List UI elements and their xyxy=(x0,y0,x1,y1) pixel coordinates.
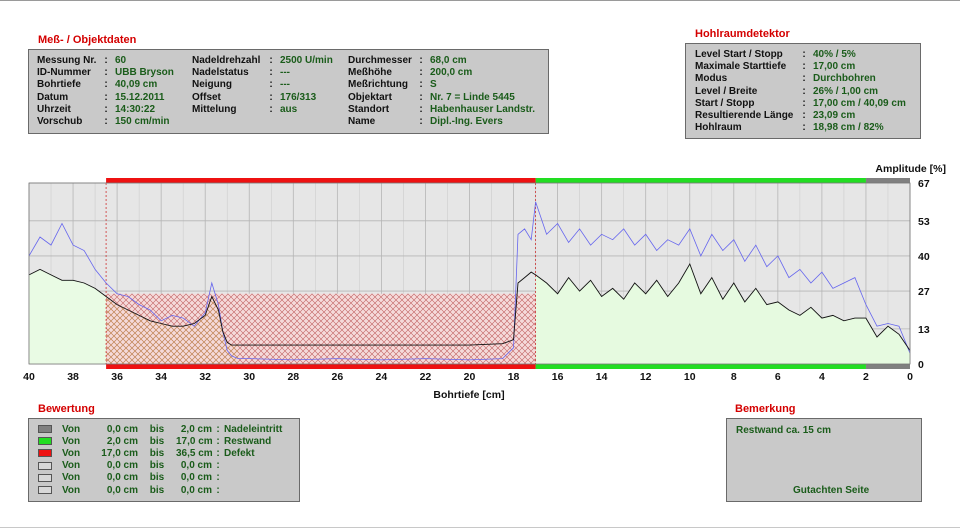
bewertung-von: Von xyxy=(62,423,81,435)
bewertung-row: Von 0,0 cm bis 0,0 cm: xyxy=(38,472,282,484)
bewertung-row: Von 17,0 cm bis 36,5 cm: Defekt xyxy=(38,447,282,459)
x-tick-label: 26 xyxy=(332,371,344,383)
x-tick-label: 16 xyxy=(552,371,564,383)
bewertung-from: 17,0 cm xyxy=(101,447,138,459)
bottom-frame-line xyxy=(0,527,960,528)
bewertung-von: Von xyxy=(62,484,81,496)
bewertung-label: Restwand xyxy=(224,435,272,447)
bewertung-colon: : xyxy=(216,484,220,496)
zone-bar-bottom xyxy=(865,364,910,369)
bewertung-rows: Von 0,0 cm bis 2,0 cm: Nadeleintritt Von 2,0 c… xyxy=(38,423,282,496)
bewertung-to: 0,0 cm xyxy=(180,460,212,472)
bewertung-to: 17,0 cm xyxy=(176,435,213,447)
x-tick-label: 30 xyxy=(243,371,255,383)
x-tick-label: 6 xyxy=(775,371,781,383)
x-tick-label: 40 xyxy=(23,371,35,383)
color-swatch xyxy=(38,449,52,458)
color-swatch xyxy=(38,425,52,434)
bewertung-from: 0,0 cm xyxy=(106,484,138,496)
y-tick-label: 67 xyxy=(918,178,930,190)
x-tick-label: 12 xyxy=(640,371,652,383)
color-swatch xyxy=(38,461,52,470)
bewertung-colon: : xyxy=(216,423,220,435)
bemerkung-panel: Restwand ca. 15 cm Gutachten Seite xyxy=(726,418,922,502)
bewertung-von: Von xyxy=(62,472,81,484)
bemerkung-footer: Gutachten Seite xyxy=(793,485,870,496)
bewertung-from: 0,0 cm xyxy=(106,472,138,484)
bewertung-bis: bis xyxy=(149,423,165,435)
x-tick-label: 22 xyxy=(420,371,432,383)
bewertung-colon: : xyxy=(216,447,220,459)
bewertung-row: Von 0,0 cm bis 2,0 cm: Nadeleintritt xyxy=(38,423,282,435)
x-tick-label: 36 xyxy=(111,371,123,383)
bewertung-panel: Von 0,0 cm bis 2,0 cm: Nadeleintritt Von 2,0 c… xyxy=(28,418,300,502)
bewertung-von: Von xyxy=(62,447,81,459)
x-tick-label: 32 xyxy=(199,371,211,383)
x-tick-label: 4 xyxy=(819,371,825,383)
bewertung-bis: bis xyxy=(149,472,165,484)
x-tick-label: 18 xyxy=(508,371,520,383)
x-tick-label: 20 xyxy=(464,371,476,383)
bewertung-bis: bis xyxy=(149,447,165,459)
bewertung-row: Von 0,0 cm bis 0,0 cm: xyxy=(38,460,282,472)
x-tick-label: 10 xyxy=(684,371,696,383)
y-axis-label: Amplitude [%] xyxy=(875,163,946,175)
y-tick-label: 40 xyxy=(918,251,930,263)
bewertung-title: Bewertung xyxy=(38,403,95,415)
bemerkung-title: Bemerkung xyxy=(735,403,796,415)
bewertung-bis: bis xyxy=(149,484,165,496)
bewertung-to: 0,0 cm xyxy=(180,484,212,496)
bewertung-label: Defekt xyxy=(224,447,255,459)
color-swatch xyxy=(38,473,52,482)
x-tick-label: 2 xyxy=(863,371,869,383)
x-tick-label: 8 xyxy=(731,371,737,383)
bemerkung-text: Restwand ca. 15 cm xyxy=(736,425,832,436)
y-tick-label: 27 xyxy=(918,286,930,298)
bewertung-to: 36,5 cm xyxy=(176,447,213,459)
bewertung-colon: : xyxy=(216,472,220,484)
x-tick-label: 14 xyxy=(596,371,608,383)
bewertung-from: 2,0 cm xyxy=(106,435,138,447)
zone-bar-bottom xyxy=(106,364,536,369)
x-tick-label: 38 xyxy=(67,371,79,383)
y-tick-label: 53 xyxy=(918,216,930,228)
bewertung-from: 0,0 cm xyxy=(106,460,138,472)
x-tick-label: 34 xyxy=(155,371,167,383)
color-swatch xyxy=(38,486,52,495)
bewertung-from: 0,0 cm xyxy=(106,423,138,435)
bewertung-row: Von 0,0 cm bis 0,0 cm: xyxy=(38,484,282,496)
bewertung-bis: bis xyxy=(149,460,165,472)
y-tick-label: 0 xyxy=(918,359,924,371)
bewertung-von: Von xyxy=(62,435,81,447)
bewertung-von: Von xyxy=(62,460,81,472)
zone-bar-top xyxy=(535,178,866,183)
x-tick-label: 28 xyxy=(287,371,299,383)
bewertung-bis: bis xyxy=(149,435,165,447)
x-tick-label: 24 xyxy=(376,371,388,383)
bewertung-colon: : xyxy=(216,460,220,472)
zone-bar-top xyxy=(865,178,910,183)
bewertung-to: 0,0 cm xyxy=(180,472,212,484)
zone-bar-top xyxy=(106,178,536,183)
bewertung-colon: : xyxy=(216,435,220,447)
color-swatch xyxy=(38,437,52,446)
x-tick-label: 0 xyxy=(907,371,913,383)
y-tick-label: 13 xyxy=(918,324,930,336)
zone-bar-bottom xyxy=(535,364,866,369)
bewertung-label: Nadeleintritt xyxy=(224,423,283,435)
bewertung-to: 2,0 cm xyxy=(180,423,212,435)
bewertung-row: Von 2,0 cm bis 17,0 cm: Restwand xyxy=(38,435,282,447)
x-axis-label: Bohrtiefe [cm] xyxy=(433,389,504,401)
